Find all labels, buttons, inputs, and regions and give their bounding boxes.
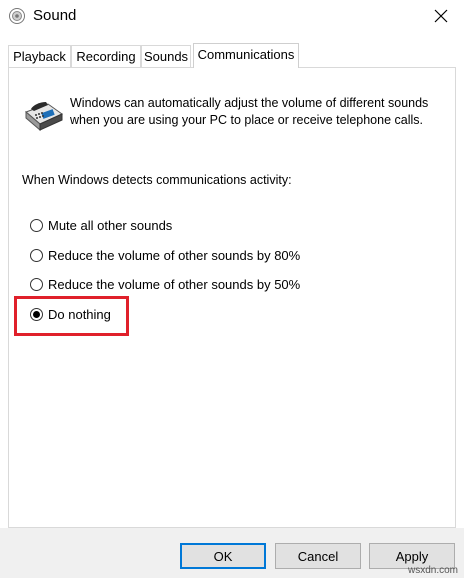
radio-button[interactable]: [30, 248, 43, 262]
radio-button[interactable]: [30, 218, 43, 232]
telephone-icon: [25, 102, 63, 132]
highlight-box: [14, 296, 129, 336]
close-button[interactable]: [418, 0, 464, 32]
tab-playback[interactable]: Playback: [8, 45, 71, 67]
close-icon: [434, 9, 448, 23]
watermark: wsxdn.com: [407, 565, 458, 576]
communications-description: Windows can automatically adjust the vol…: [70, 96, 429, 127]
speaker-icon: [9, 8, 25, 24]
option-reduce-80[interactable]: Reduce the volume of other sounds by 80%: [30, 246, 300, 264]
option-label: Mute all other sounds: [48, 217, 173, 233]
tab-recording[interactable]: Recording: [71, 45, 141, 67]
option-reduce-50[interactable]: Reduce the volume of other sounds by 50%: [30, 275, 300, 293]
option-mute-all[interactable]: Mute all other sounds: [30, 216, 172, 234]
tab-sounds[interactable]: Sounds: [141, 45, 191, 67]
title-bar: Sound: [0, 0, 464, 32]
cancel-button[interactable]: Cancel: [275, 543, 361, 569]
radio-button[interactable]: [30, 277, 43, 291]
window-title: Sound: [33, 7, 77, 24]
ok-button[interactable]: OK: [180, 543, 266, 569]
option-label: Reduce the volume of other sounds by 80%: [48, 247, 301, 263]
tab-communications[interactable]: Communications: [193, 43, 299, 68]
option-label: Reduce the volume of other sounds by 50%: [48, 276, 301, 292]
detect-activity-label: When Windows detects communications acti…: [22, 173, 292, 187]
